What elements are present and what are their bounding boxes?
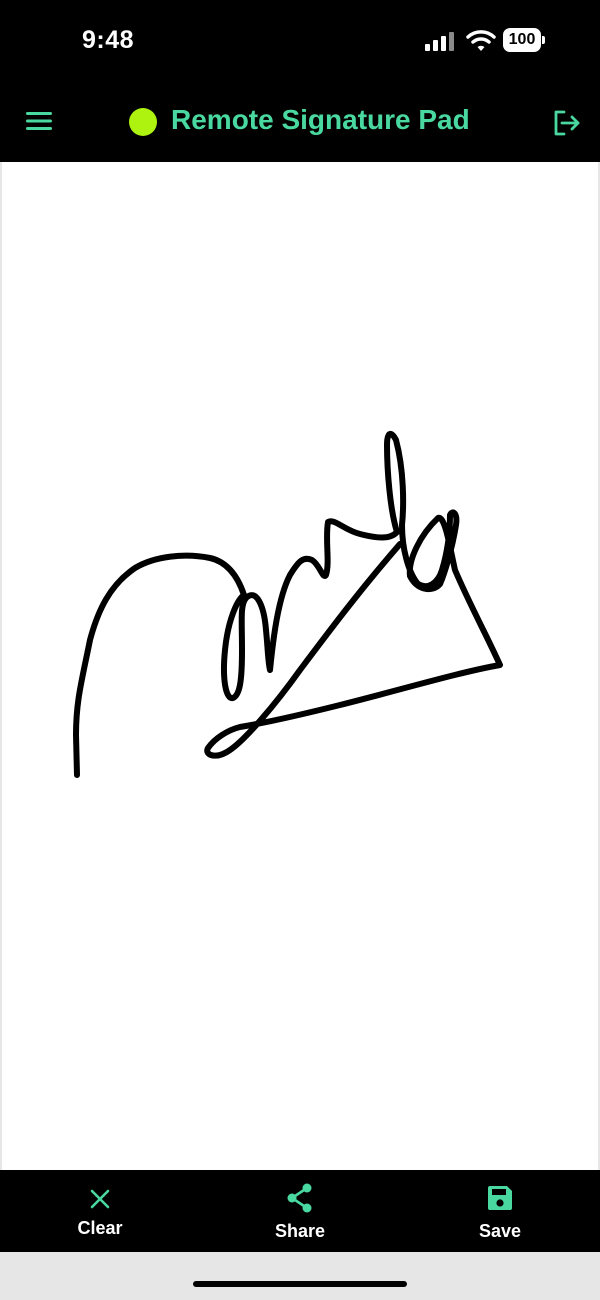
bottom-toolbar: Clear Share Save	[0, 1170, 600, 1252]
home-indicator[interactable]	[193, 1281, 407, 1287]
battery-indicator: 100	[503, 28, 545, 52]
connection-status-dot	[129, 108, 157, 136]
battery-level: 100	[503, 28, 541, 52]
status-time: 9:48	[82, 26, 135, 54]
signature-stroke	[73, 430, 503, 778]
clear-button[interactable]: Clear	[40, 1170, 160, 1252]
share-icon	[287, 1183, 312, 1213]
hamburger-menu-icon[interactable]	[26, 110, 52, 132]
floppy-disk-icon	[488, 1186, 512, 1210]
close-x-icon	[90, 1189, 110, 1209]
share-button[interactable]: Share	[240, 1170, 360, 1252]
cellular-signal-icon	[425, 32, 454, 51]
save-label: Save	[478, 1221, 522, 1241]
signature-canvas[interactable]	[2, 162, 598, 1170]
share-label: Share	[274, 1221, 326, 1241]
status-bar: 9:48 100	[0, 0, 600, 80]
battery-tip	[542, 36, 545, 44]
save-button[interactable]: Save	[440, 1170, 560, 1252]
clear-label: Clear	[77, 1218, 123, 1238]
page-title: Remote Signature Pad	[171, 104, 470, 135]
wifi-icon	[466, 30, 496, 51]
logout-icon[interactable]	[552, 109, 580, 137]
